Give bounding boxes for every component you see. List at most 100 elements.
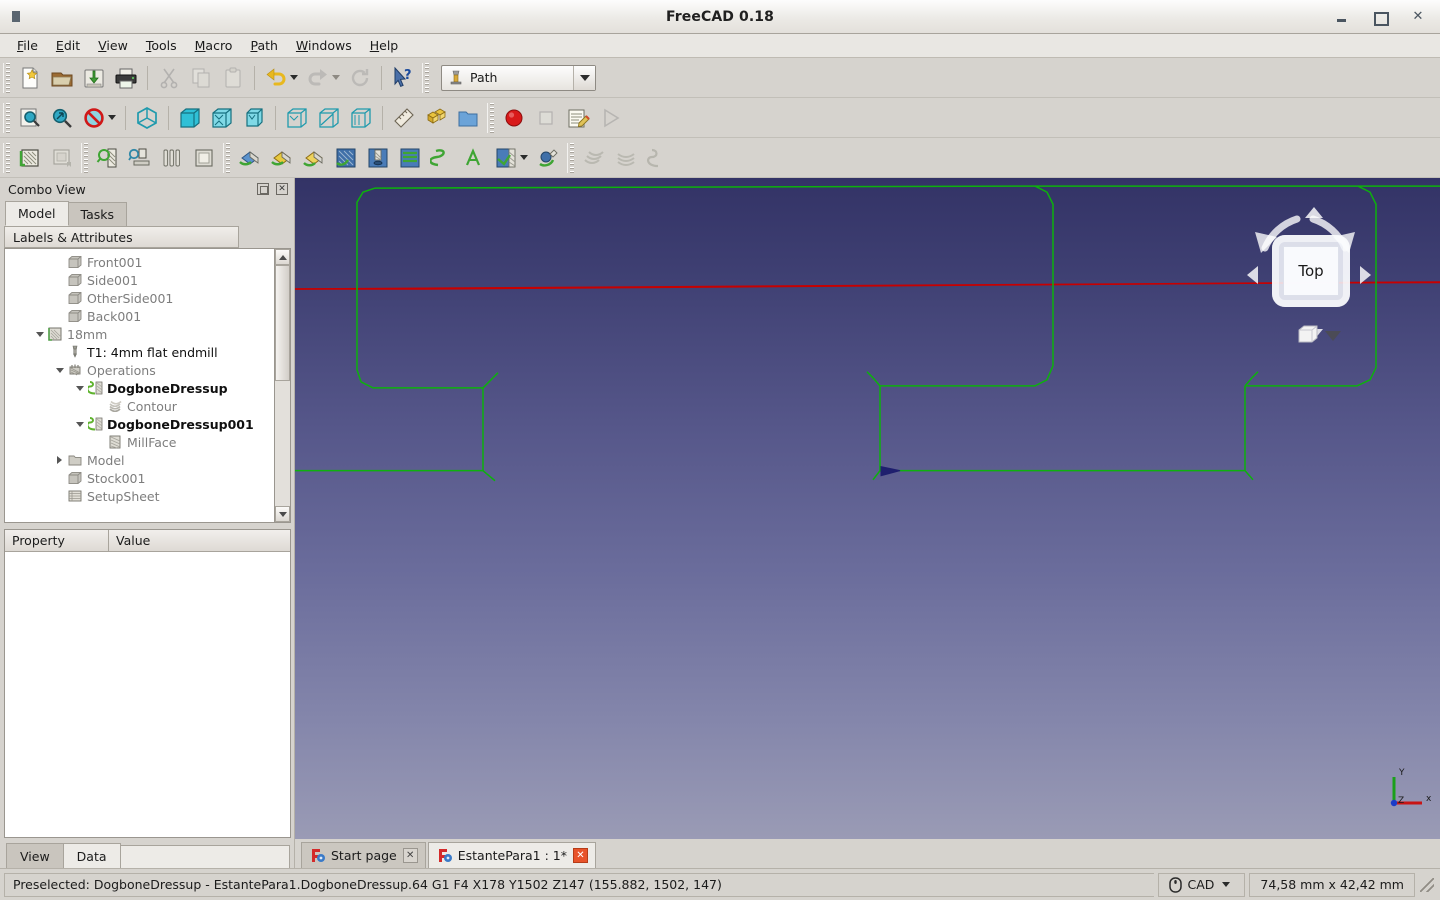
print-icon[interactable] bbox=[110, 62, 142, 94]
chevron-down-icon[interactable] bbox=[53, 367, 66, 373]
path-stock-icon[interactable] bbox=[188, 142, 220, 174]
document-tab-close-button[interactable]: ✕ bbox=[572, 848, 588, 863]
macro-record-icon[interactable] bbox=[498, 102, 530, 134]
tree-item[interactable]: DogboneDressup bbox=[5, 379, 274, 397]
cut-icon[interactable] bbox=[153, 62, 185, 94]
tab-view[interactable]: View bbox=[6, 843, 64, 868]
create-part-icon[interactable] bbox=[420, 102, 452, 134]
path-copy-icon[interactable] bbox=[610, 142, 642, 174]
tree-item[interactable]: MillFace bbox=[5, 433, 274, 451]
new-document-icon[interactable] bbox=[14, 62, 46, 94]
path-dressup-toolbar-grip[interactable] bbox=[567, 142, 575, 173]
path-ops-toolbar-grip[interactable] bbox=[223, 142, 231, 173]
tab-tasks[interactable]: Tasks bbox=[67, 202, 128, 226]
tree-scroll-down-button[interactable] bbox=[275, 506, 290, 522]
menu-path[interactable]: Path bbox=[241, 35, 286, 56]
macro-toolbar-grip[interactable] bbox=[487, 102, 495, 133]
navigation-mode-selector[interactable]: CAD bbox=[1157, 872, 1246, 897]
tree-item[interactable]: 18mm bbox=[5, 325, 274, 343]
path-profile-edges-icon[interactable] bbox=[266, 142, 298, 174]
right-view-icon[interactable] bbox=[238, 102, 270, 134]
tree-item[interactable]: Model bbox=[5, 451, 274, 469]
fit-all-icon[interactable] bbox=[14, 102, 46, 134]
fit-selection-icon[interactable] bbox=[46, 102, 78, 134]
refresh-icon[interactable] bbox=[344, 62, 376, 94]
property-editor-body[interactable] bbox=[5, 552, 290, 837]
tree-item[interactable]: Back001 bbox=[5, 307, 274, 325]
tree-item[interactable]: Side001 bbox=[5, 271, 274, 289]
tree-item[interactable]: DogboneDressup001 bbox=[5, 415, 274, 433]
document-tab-start-page[interactable]: Start page ✕ bbox=[301, 842, 426, 868]
path-adaptive-icon[interactable] bbox=[532, 142, 564, 174]
navcube-face[interactable]: Top bbox=[1272, 235, 1350, 307]
tree-scrollbar[interactable] bbox=[274, 248, 291, 523]
path-contour-icon[interactable] bbox=[298, 142, 330, 174]
minimize-button[interactable] bbox=[1336, 11, 1348, 23]
3d-viewport[interactable]: Top Y x Z bbox=[295, 178, 1440, 839]
save-document-icon[interactable] bbox=[78, 62, 110, 94]
path-profile-face-icon[interactable] bbox=[234, 142, 266, 174]
tab-data[interactable]: Data bbox=[62, 843, 121, 868]
workbench-selector[interactable]: Path bbox=[441, 64, 596, 91]
workbench-dropdown-icon[interactable] bbox=[573, 65, 595, 90]
path-toolbit-library-icon[interactable] bbox=[156, 142, 188, 174]
close-button[interactable]: ✕ bbox=[1412, 10, 1424, 23]
tree-item[interactable]: SetupSheet bbox=[5, 487, 274, 505]
path-mill-face-icon[interactable] bbox=[394, 142, 426, 174]
navigation-cube[interactable]: Top bbox=[1225, 193, 1385, 353]
front-view-icon[interactable] bbox=[174, 102, 206, 134]
path-array-icon[interactable] bbox=[578, 142, 610, 174]
draw-style-dropdown-icon[interactable] bbox=[108, 115, 116, 120]
redo-dropdown-icon[interactable] bbox=[332, 75, 340, 80]
top-view-icon[interactable] bbox=[206, 102, 238, 134]
menu-view[interactable]: View bbox=[89, 35, 137, 56]
tree-item[interactable]: OtherSide001 bbox=[5, 289, 274, 307]
path-engrave-icon[interactable] bbox=[458, 142, 490, 174]
draw-style-icon[interactable] bbox=[78, 102, 110, 134]
path-job-icon[interactable] bbox=[14, 142, 46, 174]
menu-help[interactable]: Help bbox=[361, 35, 408, 56]
tree-item[interactable]: Operations bbox=[5, 361, 274, 379]
whats-this-icon[interactable]: ? bbox=[387, 62, 419, 94]
view-toolbar-grip[interactable] bbox=[3, 102, 11, 133]
navcube-arrow-left[interactable] bbox=[1247, 266, 1258, 284]
toolbar-grip[interactable] bbox=[3, 62, 11, 93]
tree-scroll-track[interactable] bbox=[275, 265, 290, 506]
chevron-down-icon[interactable] bbox=[73, 385, 86, 391]
left-view-icon[interactable] bbox=[345, 102, 377, 134]
undo-icon[interactable] bbox=[260, 62, 292, 94]
menu-windows[interactable]: Windows bbox=[287, 35, 361, 56]
tree-scroll-thumb[interactable] bbox=[275, 265, 290, 381]
path-pocket-shape-icon[interactable] bbox=[330, 142, 362, 174]
resize-grip[interactable] bbox=[1420, 877, 1434, 892]
path-dogbone-dressup-icon[interactable] bbox=[642, 142, 674, 174]
path-drilling-icon[interactable] bbox=[362, 142, 394, 174]
path-tools-toolbar-grip[interactable] bbox=[81, 142, 89, 173]
navcube-arrow-up[interactable] bbox=[1305, 207, 1323, 218]
tree-item[interactable]: T1: 4mm flat endmill bbox=[5, 343, 274, 361]
navcube-menu-dropdown-icon[interactable] bbox=[1325, 331, 1341, 341]
workbench-toolbar-grip[interactable] bbox=[422, 62, 430, 93]
tree-item[interactable]: Contour bbox=[5, 397, 274, 415]
path-job-toolbar-grip[interactable] bbox=[3, 142, 11, 173]
path-surface-icon[interactable] bbox=[490, 142, 522, 174]
chevron-down-icon[interactable] bbox=[33, 331, 46, 337]
menu-edit[interactable]: Edit bbox=[47, 35, 89, 56]
path-post-process-icon[interactable] bbox=[46, 142, 78, 174]
chevron-down-icon[interactable] bbox=[73, 421, 86, 427]
document-tab-close-button[interactable]: ✕ bbox=[402, 848, 418, 863]
path-simulator-icon[interactable] bbox=[124, 142, 156, 174]
copy-icon[interactable] bbox=[185, 62, 217, 94]
bottom-view-icon[interactable] bbox=[313, 102, 345, 134]
path-surface-dropdown-icon[interactable] bbox=[520, 155, 528, 160]
chevron-right-icon[interactable] bbox=[53, 456, 66, 464]
combo-view-float-button[interactable] bbox=[257, 183, 269, 195]
tree-item[interactable]: Front001 bbox=[5, 253, 274, 271]
navcube-home-cube-icon[interactable] bbox=[1297, 323, 1319, 345]
navcube-arrow-right[interactable] bbox=[1360, 266, 1371, 284]
tab-model[interactable]: Model bbox=[5, 201, 69, 226]
menu-tools[interactable]: Tools bbox=[137, 35, 186, 56]
macro-edit-icon[interactable] bbox=[562, 102, 594, 134]
navigation-mode-dropdown-icon[interactable] bbox=[1222, 882, 1231, 887]
path-inspect-icon[interactable] bbox=[92, 142, 124, 174]
